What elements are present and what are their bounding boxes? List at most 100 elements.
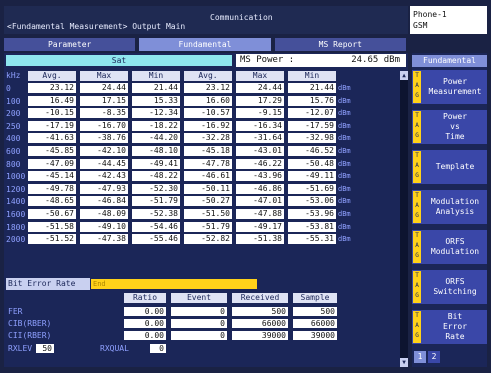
ber-fer-event: 0: [171, 307, 227, 316]
side-menu-title: Fundamental: [412, 55, 487, 67]
tag-key-letter: A: [415, 242, 419, 249]
table-cell: -52.82: [184, 234, 232, 245]
tag-key-letter: T: [415, 192, 419, 199]
row-freq-label: 1200: [6, 184, 26, 194]
side-button-label: Bit Error Rate: [442, 312, 468, 341]
table-cell: 23.12: [184, 83, 232, 93]
row-freq-label: 1800: [6, 222, 26, 232]
table-cell: -46.22: [236, 158, 284, 169]
ber-header-ratio: Ratio: [124, 293, 166, 303]
table-cell: -46.61: [184, 171, 232, 182]
scroll-up-icon[interactable]: ▲: [400, 71, 408, 80]
tab-parameter[interactable]: Parameter: [4, 38, 136, 51]
tag-key-letter: A: [415, 122, 419, 129]
tag-key-letter: G: [415, 292, 419, 299]
table-cell: -9.15: [236, 108, 284, 119]
table-row: 100 16.49 17.15 15.33 16.60 17.29 15.76 dBm: [4, 95, 402, 107]
tab-fundamental[interactable]: Fundamental: [139, 38, 271, 51]
table-cell: -49.10: [80, 221, 128, 232]
table-cell: -49.78: [28, 183, 76, 194]
tab-ms-report[interactable]: MS Report: [274, 38, 406, 51]
table-cell: -51.58: [28, 221, 76, 232]
instrument-screen: Communication <Fundamental Measurement> …: [0, 0, 491, 373]
ber-cii-event: 0: [171, 331, 227, 340]
tag-key-icon: TAG: [413, 271, 421, 303]
table-cell: -53.96: [288, 209, 336, 219]
table-cell: -8.35: [80, 108, 128, 119]
tag-key-letter: G: [415, 252, 419, 259]
side-button-power-measurement[interactable]: T A G Power Measurement: [412, 70, 487, 104]
page-2-button[interactable]: 2: [428, 351, 440, 363]
row-freq-label: 2000: [6, 235, 26, 245]
side-button-bit-error-rate[interactable]: T A G Bit Error Rate: [412, 310, 487, 344]
communication-label: Communication: [210, 13, 273, 22]
side-button-template[interactable]: T A G Template: [412, 150, 487, 184]
ber-fer-received: 500: [232, 307, 288, 316]
table-cell: -16.92: [184, 120, 232, 131]
table-cell: -16.70: [80, 120, 128, 131]
scrollbar[interactable]: ▲ ▼: [400, 71, 408, 367]
tag-key-letter: G: [415, 212, 419, 219]
table-cell: -52.30: [132, 183, 180, 194]
table-cell: -47.01: [236, 196, 284, 207]
table-cell: -46.84: [80, 196, 128, 207]
ber-fer-ratio: 0.00: [124, 307, 166, 316]
side-button-orfs-modulation[interactable]: T A G ORFS Modulation: [412, 230, 487, 264]
table-header-5: Min: [288, 71, 336, 81]
table-cell: -17.19: [28, 120, 76, 131]
phone-status-box: Phone-1 GSM: [410, 6, 487, 34]
ber-header-event: Event: [171, 293, 227, 303]
scroll-down-icon[interactable]: ▼: [400, 358, 408, 367]
side-button-label: Modulation Analysis: [430, 197, 480, 216]
unit-label: dBm: [338, 121, 351, 130]
tag-key-letter: T: [415, 272, 419, 279]
table-cell: 15.76: [288, 95, 336, 106]
table-cell: -42.43: [80, 171, 128, 182]
ms-power-label: MS Power :: [236, 54, 321, 67]
page-selector: 1 2: [412, 351, 487, 363]
table-cell: -51.38: [236, 234, 284, 245]
tag-key-letter: T: [415, 312, 419, 319]
phone-name: Phone-1: [413, 10, 447, 19]
table-cell: -48.10: [132, 146, 180, 156]
table-cell: 17.29: [236, 95, 284, 106]
side-button-power-vs-time[interactable]: T A G Power vs Time: [412, 110, 487, 144]
ber-row-label-cii: CII(RBER): [8, 331, 52, 340]
bit-error-label: Bit Error Rate: [6, 278, 90, 290]
table-cell: -10.15: [28, 108, 76, 119]
table-row: 1400 -48.65 -46.84 -51.79 -50.27 -47.01 -53.06…: [4, 196, 402, 207]
side-button-modulation-analysis[interactable]: T A G Modulation Analysis: [412, 190, 487, 224]
table-row: 200 -10.15 -8.35 -12.34 -10.57 -9.15 -12.07 dBm: [4, 108, 402, 119]
table-cell: -50.67: [28, 209, 76, 219]
table-row: 1200 -49.78 -47.93 -52.30 -50.11 -46.86 -51.69…: [4, 183, 402, 195]
row-freq-label: 100: [6, 96, 21, 106]
table-cell: -48.65: [28, 196, 76, 207]
table-cell: -42.10: [80, 146, 128, 156]
table-header-row: kHz Avg. Max Min Avg. Max Min: [4, 71, 402, 81]
table-cell: 16.60: [184, 95, 232, 106]
row-freq-label: 250: [6, 121, 21, 131]
table-cell: 15.33: [132, 95, 180, 106]
tag-key-icon: TAG: [413, 71, 421, 103]
table-cell: 17.15: [80, 95, 128, 106]
unit-label: dBm: [338, 172, 351, 181]
unit-label: dBm: [338, 84, 351, 92]
page-1-button[interactable]: 1: [414, 351, 426, 363]
ber-row-label-fer: FER: [8, 307, 23, 316]
side-button-orfs-switching[interactable]: T A G ORFS Switching: [412, 270, 487, 304]
table-cell: -45.14: [28, 171, 76, 182]
table-row: 250 -17.19 -16.70 -18.22 -16.92 -16.34 -17.59 d…: [4, 120, 402, 132]
unit-label: dBm: [338, 184, 351, 193]
table-cell: -38.76: [80, 133, 128, 144]
table-cell: -53.81: [288, 221, 336, 232]
ber-cib-ratio: 0.00: [124, 319, 166, 328]
table-row: 800 -47.09 -44.45 -49.41 -47.78 -46.22 -50.48 d…: [4, 158, 402, 170]
unit-label: dBm: [338, 96, 351, 105]
table-cell: -45.85: [28, 146, 76, 156]
ber-fer-sample: 500: [293, 307, 337, 316]
table-cell: -49.17: [236, 221, 284, 232]
table-row: 1600 -50.67 -48.09 -52.38 -51.50 -47.88 -53.96…: [4, 209, 402, 220]
unit-label: dBm: [338, 197, 351, 206]
table-cell: -52.38: [132, 209, 180, 219]
table-cell: -47.09: [28, 158, 76, 169]
